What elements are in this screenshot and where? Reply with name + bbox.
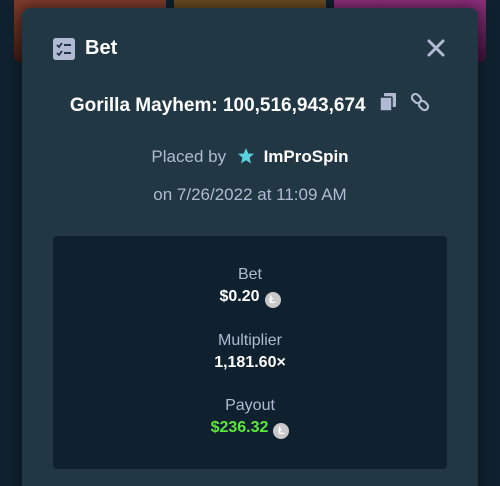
- modal-header: Bet: [22, 8, 478, 84]
- page: Bet Gorilla Mayhem: 100,516,943,674 Plac…: [0, 0, 500, 486]
- bet-details-modal: Bet Gorilla Mayhem: 100,516,943,674 Plac…: [22, 8, 478, 486]
- star-badge-icon: [237, 147, 255, 172]
- multiplier-stat: Multiplier 1,181.60×: [53, 330, 447, 374]
- game-name-and-bet-id[interactable]: Gorilla Mayhem: 100,516,943,674: [70, 95, 366, 116]
- litecoin-icon: Ł: [273, 423, 290, 439]
- modal-title: Bet: [85, 37, 118, 59]
- litecoin-icon: Ł: [264, 292, 281, 308]
- bet-value: $0.20: [219, 288, 260, 305]
- bet-slip-icon: [53, 38, 75, 60]
- payout-value: $236.32: [210, 419, 269, 436]
- bet-stat: Bet $0.20 Ł: [53, 264, 447, 308]
- multiplier-value: 1,181.60×: [214, 354, 286, 371]
- game-id-line: Gorilla Mayhem: 100,516,943,674: [22, 92, 478, 120]
- placed-by-label: Placed by: [151, 147, 227, 166]
- close-icon[interactable]: [424, 36, 448, 60]
- multiplier-label: Multiplier: [217, 332, 282, 349]
- payout-label: Payout: [225, 397, 275, 414]
- placed-by-line: Placed by ImProSpin: [22, 145, 478, 172]
- bet-amount: $0.20 Ł: [53, 286, 447, 308]
- username-link[interactable]: ImProSpin: [264, 147, 349, 166]
- bet-label: Bet: [237, 266, 262, 283]
- copy-icon[interactable]: [379, 92, 397, 120]
- bet-stats-panel: Bet $0.20 Ł Multiplier 1,181.60× Payout $…: [53, 236, 447, 469]
- link-icon[interactable]: [410, 92, 430, 120]
- payout-stat: Payout $236.32 Ł: [53, 395, 447, 439]
- bet-date: on 7/26/2022 at 11:09 AM: [153, 185, 347, 204]
- payout-amount: $236.32 Ł: [53, 417, 447, 439]
